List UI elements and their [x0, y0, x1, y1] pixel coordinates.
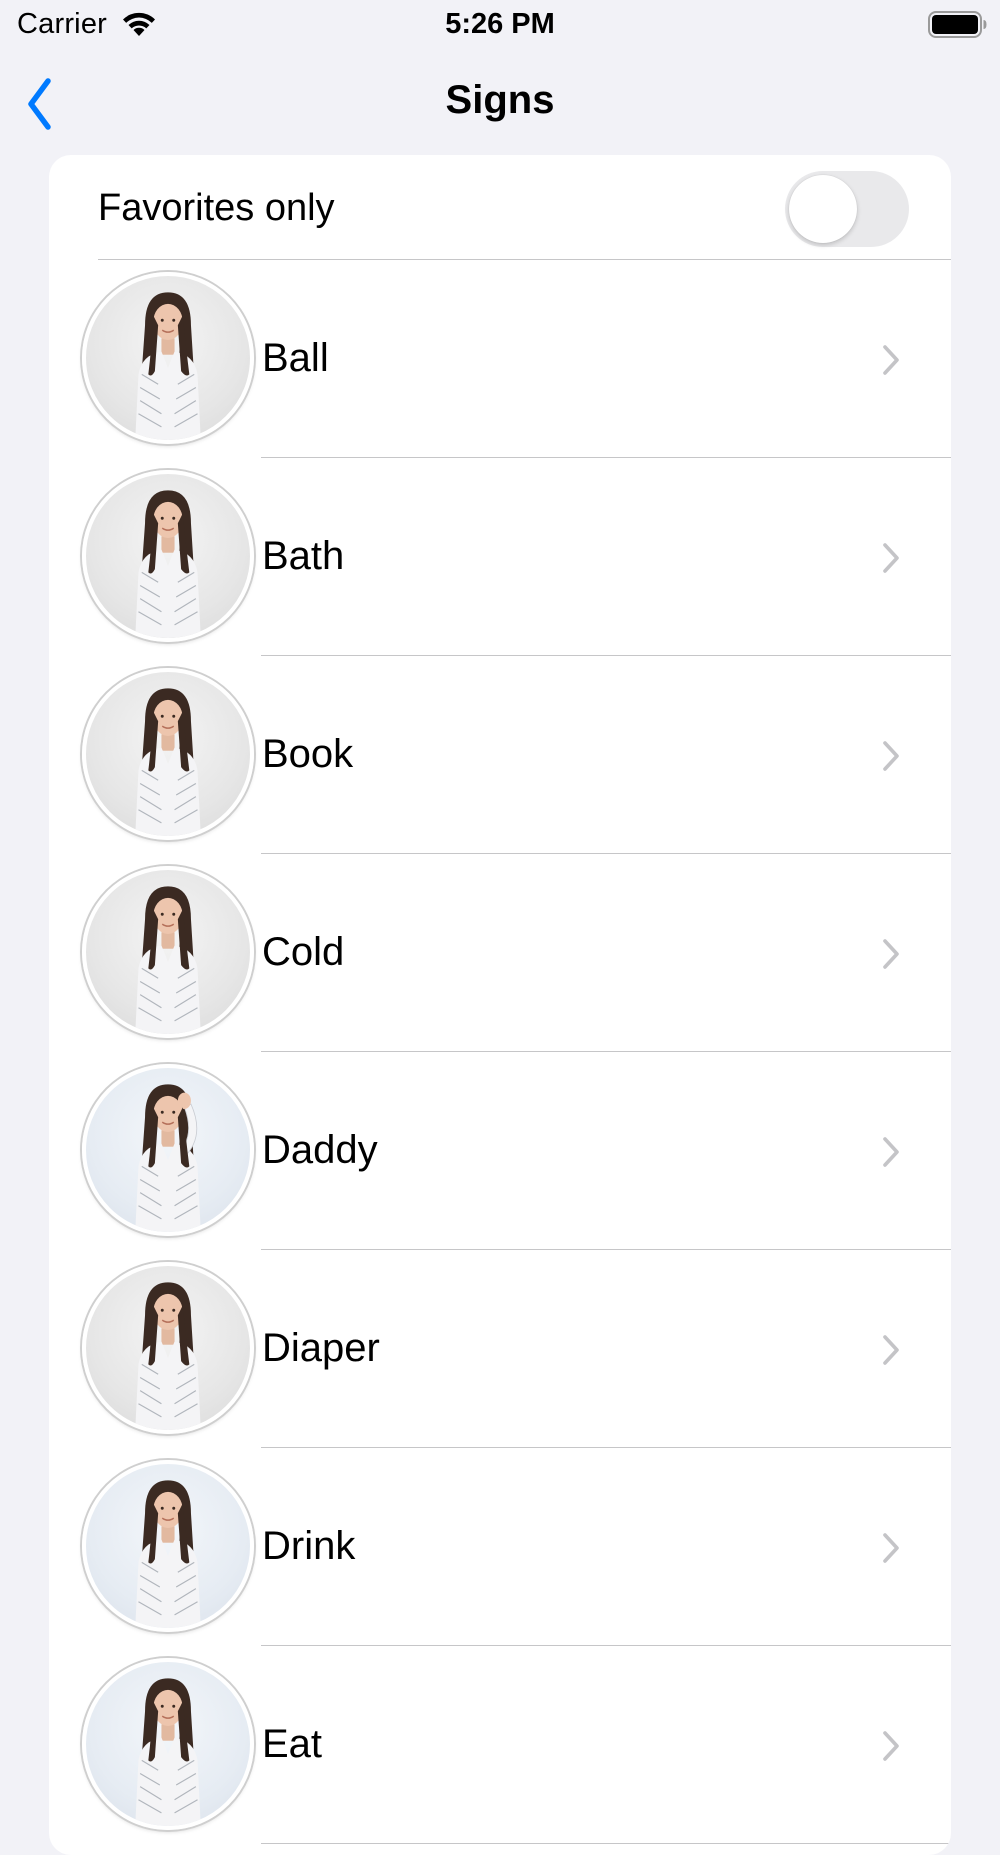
signs-card: Favorites only Ball Bath Book Cold Daddy… [49, 155, 951, 1855]
toggle-knob [789, 175, 857, 243]
favorites-only-row: Favorites only [49, 155, 951, 260]
navigation-bar: Signs [0, 60, 1000, 145]
sign-label: Diaper [262, 1326, 380, 1370]
sign-label: Book [262, 732, 354, 776]
sign-list-item[interactable]: Bath [49, 458, 951, 656]
sign-label: Daddy [262, 1128, 378, 1172]
person-illustration [135, 886, 201, 1034]
person-illustration [135, 490, 201, 638]
chevron-right-icon [883, 345, 899, 375]
sign-label: Drink [262, 1524, 356, 1568]
chevron-right-icon [883, 1335, 899, 1365]
sign-label: Bath [262, 534, 345, 578]
person-illustration [135, 1282, 201, 1430]
chevron-right-icon [883, 1731, 899, 1761]
favorites-only-toggle[interactable] [785, 171, 909, 247]
person-illustration [135, 292, 201, 440]
page-title: Signs [445, 78, 555, 122]
person-illustration [135, 688, 201, 836]
sign-thumbnail-avatar [82, 1658, 254, 1830]
chevron-right-icon [883, 939, 899, 969]
sign-label: Eat [262, 1722, 323, 1766]
sign-list-item[interactable]: Drink [49, 1448, 951, 1646]
row-divider [261, 1843, 951, 1844]
clock-time: 5:26 PM [445, 8, 555, 40]
sign-label: Ball [262, 336, 329, 380]
person-illustration [135, 1678, 201, 1826]
sign-list-item[interactable]: Daddy [49, 1052, 951, 1250]
sign-list-item[interactable]: Book [49, 656, 951, 854]
chevron-right-icon [883, 741, 899, 771]
sign-thumbnail-avatar [82, 470, 254, 642]
sign-thumbnail-avatar [82, 866, 254, 1038]
sign-label: Cold [262, 930, 345, 974]
sign-list-item[interactable]: Cold [49, 854, 951, 1052]
chevron-right-icon [883, 1137, 899, 1167]
person-illustration [135, 1084, 201, 1232]
sign-thumbnail-avatar [82, 1460, 254, 1632]
sign-list-item[interactable]: Eat [49, 1646, 951, 1844]
chevron-right-icon [883, 1533, 899, 1563]
sign-list-item[interactable]: Ball [49, 260, 951, 458]
battery-icon [928, 11, 987, 38]
status-bar: Carrier 5:26 PM [0, 0, 1000, 50]
sign-thumbnail-avatar [82, 668, 254, 840]
favorites-only-label: Favorites only [98, 187, 335, 229]
sign-thumbnail-avatar [82, 272, 254, 444]
signs-list: Ball Bath Book Cold Daddy Diaper Drink E… [49, 260, 951, 1844]
sign-thumbnail-avatar [82, 1262, 254, 1434]
person-illustration [135, 1480, 201, 1628]
sign-thumbnail-avatar [82, 1064, 254, 1236]
chevron-right-icon [883, 543, 899, 573]
sign-list-item[interactable]: Diaper [49, 1250, 951, 1448]
